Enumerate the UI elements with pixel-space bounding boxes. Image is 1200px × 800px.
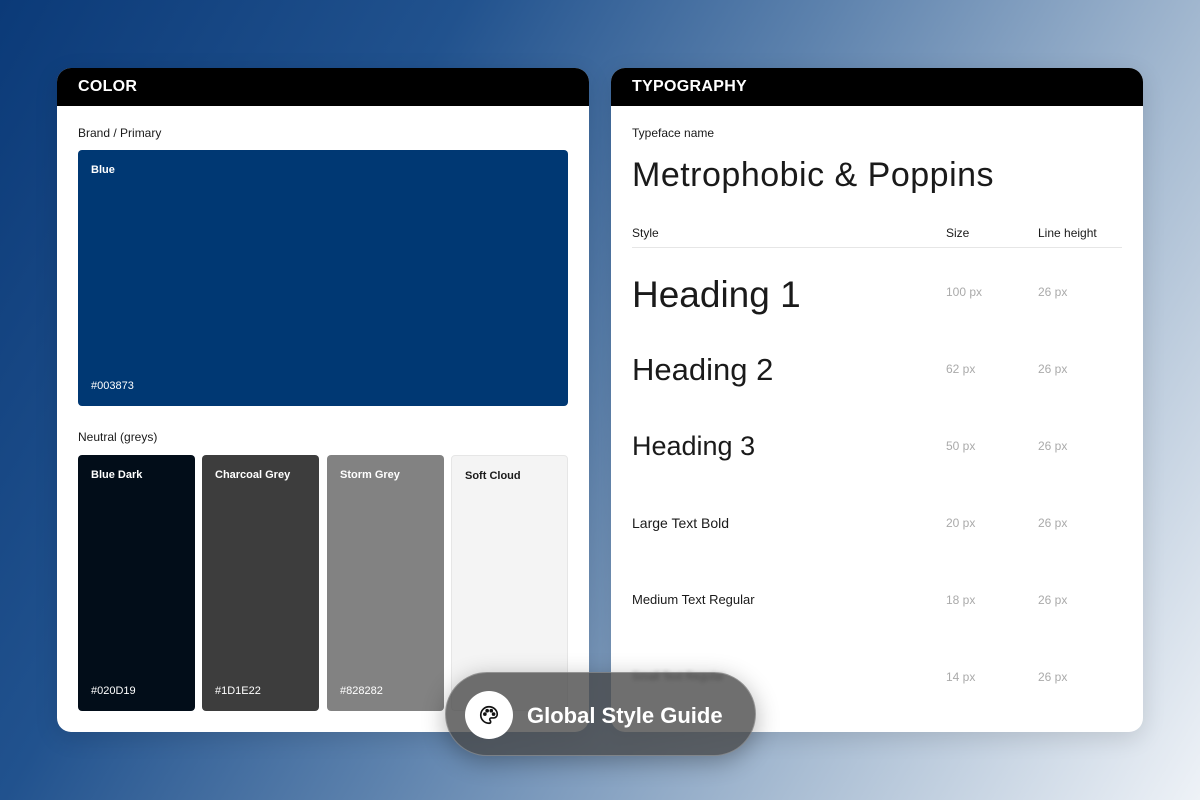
swatch-name: Blue bbox=[91, 164, 115, 176]
size-value: 14 px bbox=[946, 670, 976, 684]
swatch-blue-dark[interactable]: Blue Dark #020D19 bbox=[78, 455, 195, 711]
swatch-storm-grey[interactable]: Storm Grey #828282 bbox=[327, 455, 444, 711]
size-value: 62 px bbox=[946, 362, 976, 376]
style-sample: Heading 1 bbox=[632, 274, 801, 315]
style-sample: Medium Text Regular bbox=[632, 592, 755, 607]
size-value: 20 px bbox=[946, 516, 976, 530]
column-style: Style bbox=[632, 226, 659, 240]
size-value: 100 px bbox=[946, 285, 983, 299]
swatch-name: Storm Grey bbox=[340, 469, 400, 481]
swatch-hex: #020D19 bbox=[91, 685, 136, 697]
type-row-heading-3: Heading 3 50 px 26 px bbox=[632, 418, 1122, 478]
size-value: 18 px bbox=[946, 593, 976, 607]
style-sample: Large Text Bold bbox=[632, 515, 730, 531]
primary-swatch-blue[interactable]: Blue #003873 bbox=[78, 150, 568, 406]
typeface-name: Metrophobic & Poppins bbox=[632, 156, 995, 194]
line-height-value: 26 px bbox=[1038, 670, 1068, 684]
typography-card-title: TYPOGRAPHY bbox=[611, 68, 1143, 106]
primary-section-label: Brand / Primary bbox=[78, 126, 162, 140]
typography-card: TYPOGRAPHY Typeface name Metrophobic & P… bbox=[611, 68, 1143, 732]
swatch-hex: #1D1E22 bbox=[215, 685, 261, 697]
style-sample: Heading 2 bbox=[632, 352, 774, 387]
color-card: COLOR Brand / Primary Blue #003873 Neutr… bbox=[57, 68, 589, 732]
style-sample: Heading 3 bbox=[632, 431, 756, 461]
column-line-height: Line height bbox=[1038, 226, 1097, 240]
swatch-hex: #828282 bbox=[340, 685, 383, 697]
column-size: Size bbox=[946, 226, 970, 240]
type-row-medium-text-regular: Medium Text Regular 18 px 26 px bbox=[632, 572, 1122, 632]
size-value: 50 px bbox=[946, 439, 976, 453]
swatch-name: Soft Cloud bbox=[465, 470, 521, 482]
type-row-large-text-bold: Large Text Bold 20 px 26 px bbox=[632, 495, 1122, 555]
style-guide-badge[interactable]: Global Style Guide bbox=[445, 672, 756, 756]
typeface-label: Typeface name bbox=[632, 126, 715, 140]
badge-label: Global Style Guide bbox=[527, 703, 723, 728]
neutral-section-label: Neutral (greys) bbox=[78, 430, 158, 444]
type-row-heading-2: Heading 2 62 px 26 px bbox=[632, 341, 1122, 401]
line-height-value: 26 px bbox=[1038, 593, 1068, 607]
line-height-value: 26 px bbox=[1038, 516, 1068, 530]
type-row-heading-1: Heading 1 100 px 26 px bbox=[632, 264, 1122, 324]
swatch-name: Blue Dark bbox=[91, 469, 143, 481]
line-height-value: 26 px bbox=[1038, 439, 1068, 453]
line-height-value: 26 px bbox=[1038, 285, 1068, 299]
swatch-name: Charcoal Grey bbox=[215, 469, 291, 481]
swatch-hex: #003873 bbox=[91, 380, 134, 392]
color-card-title: COLOR bbox=[57, 68, 589, 106]
line-height-value: 26 px bbox=[1038, 362, 1068, 376]
swatch-charcoal-grey[interactable]: Charcoal Grey #1D1E22 bbox=[202, 455, 319, 711]
type-table-header: Style Size Line height bbox=[632, 226, 1122, 248]
palette-icon bbox=[465, 691, 513, 739]
